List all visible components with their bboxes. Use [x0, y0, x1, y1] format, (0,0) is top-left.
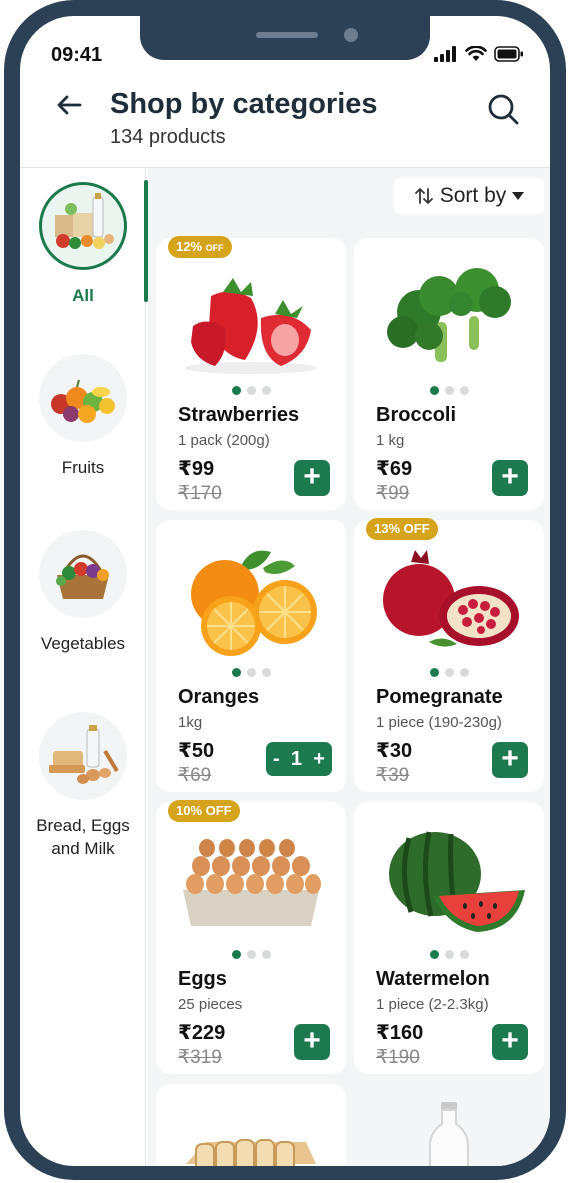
status-icons	[434, 46, 524, 62]
sort-label: Sort by	[439, 184, 507, 207]
product-name: Oranges	[178, 686, 260, 708]
search-icon[interactable]	[486, 92, 520, 126]
product-price: ₹160	[376, 1022, 424, 1044]
sidebar-item-label: Fruits	[61, 458, 105, 477]
header: Shop by categories 134 products	[20, 80, 550, 168]
product-card-strawberries[interactable]: 12% OFF Strawberries 1 pack (200g) ₹99 ₹…	[156, 236, 346, 510]
product-count: 134 products	[110, 126, 226, 148]
product-price: ₹30	[376, 740, 413, 762]
product-price: ₹50	[178, 740, 215, 762]
product-name: Watermelon	[376, 968, 490, 990]
add-to-cart-button[interactable]: +	[294, 1024, 330, 1060]
product-card-broccoli[interactable]: Broccoli 1 kg ₹69 ₹99 +	[354, 238, 544, 510]
milk-bottle-image	[429, 1102, 469, 1166]
product-card-eggs[interactable]: 10% OFF Eggs 25 pieces ₹229 ₹319 +	[156, 800, 346, 1074]
discount-badge: 12% OFF	[168, 236, 232, 258]
product-mrp: ₹69	[178, 765, 212, 786]
discount-value: 12%	[176, 239, 203, 254]
product-mrp: ₹170	[178, 483, 222, 504]
product-mrp: ₹99	[376, 483, 410, 504]
product-mrp: ₹39	[376, 765, 410, 786]
product-grid: Sort by 12% OFF Strawberries 1 pack (200…	[148, 168, 550, 1166]
product-name: Strawberries	[178, 404, 300, 426]
sidebar-item-fruits[interactable]: Fruits	[20, 354, 146, 479]
image-carousel-dots	[354, 950, 544, 959]
bread-eggs-milk-icon	[49, 725, 119, 784]
signal-icon	[434, 46, 456, 62]
strawberries-image	[185, 278, 317, 374]
bread-eggs-milk-category-image	[39, 712, 127, 800]
product-quantity: 1 piece (190-230g)	[376, 714, 502, 731]
product-quantity: 1kg	[178, 714, 203, 731]
oranges-image	[191, 550, 317, 656]
sidebar-item-bread-eggs-milk[interactable]: Bread, Eggs and Milk	[20, 712, 146, 860]
add-to-cart-button[interactable]: +	[492, 1024, 528, 1060]
image-carousel-dots	[156, 950, 346, 959]
fruits-icon	[51, 379, 115, 423]
product-name: Eggs	[178, 968, 227, 990]
image-carousel-dots	[354, 386, 544, 395]
product-name: Broccoli	[376, 404, 457, 426]
sort-button[interactable]: Sort by	[394, 178, 544, 214]
add-to-cart-button[interactable]: +	[492, 742, 528, 778]
product-quantity: 1 piece (2-2.3kg)	[376, 996, 489, 1013]
sidebar-item-all[interactable]: All	[20, 182, 146, 307]
add-to-cart-button[interactable]: +	[294, 460, 330, 496]
back-arrow-icon[interactable]	[54, 90, 84, 120]
discount-badge: 13% OFF	[366, 518, 438, 540]
app-screen: 09:41 Shop by categories 134 products Al…	[20, 16, 550, 1166]
product-card-watermelon[interactable]: Watermelon 1 piece (2-2.3kg) ₹160 ₹190 +	[354, 802, 544, 1074]
product-price: ₹69	[376, 458, 413, 480]
product-card-bread[interactable]	[156, 1084, 346, 1166]
speaker	[256, 32, 318, 38]
cart-quantity: 1	[290, 747, 303, 770]
category-sidebar: All Fruits Vegetables Bread, Eggs and Mi…	[20, 168, 148, 1166]
front-camera	[344, 28, 358, 42]
notch	[140, 16, 430, 60]
broccoli-image	[387, 268, 511, 362]
product-quantity: 1 kg	[376, 432, 405, 449]
product-price: ₹99	[178, 458, 215, 480]
vegetable-basket-icon	[56, 554, 109, 599]
grocery-icon	[55, 193, 114, 249]
chevron-down-icon	[512, 192, 525, 200]
page-title: Shop by categories	[110, 88, 378, 120]
pomegranate-image	[383, 550, 519, 647]
sidebar-item-label: Vegetables	[40, 634, 126, 653]
decrement-button[interactable]: -	[273, 748, 280, 771]
product-card-oranges[interactable]: Oranges 1kg ₹50 ₹69 - 1 +	[156, 520, 346, 792]
product-mrp: ₹190	[376, 1047, 420, 1068]
discount-suffix: OFF	[205, 243, 224, 253]
all-category-image	[39, 182, 127, 270]
image-carousel-dots	[156, 386, 346, 395]
bread-image	[186, 1139, 316, 1166]
product-name: Pomegranate	[376, 686, 503, 708]
sidebar-item-label: All	[72, 286, 94, 305]
increment-button[interactable]: +	[313, 748, 325, 771]
vegetables-category-image	[39, 530, 127, 618]
add-to-cart-button[interactable]: +	[492, 460, 528, 496]
sort-icon	[414, 188, 433, 204]
sidebar-item-label: Bread, Eggs and Milk	[36, 816, 130, 858]
fruits-category-image	[39, 354, 127, 442]
wifi-icon	[465, 46, 487, 61]
sidebar-item-vegetables[interactable]: Vegetables	[20, 530, 146, 655]
image-carousel-dots	[354, 668, 544, 677]
eggs-image	[183, 839, 321, 926]
product-card-milk[interactable]	[354, 1084, 544, 1166]
product-quantity: 1 pack (200g)	[178, 432, 270, 449]
image-carousel-dots	[156, 668, 346, 677]
battery-icon	[494, 46, 523, 62]
product-price: ₹229	[178, 1022, 226, 1044]
phone-frame: 09:41 Shop by categories 134 products Al…	[4, 0, 566, 1180]
product-quantity: 25 pieces	[178, 996, 243, 1013]
product-card-pomegranate[interactable]: 13% OFF Pomegranate 1 piece (190-230g) ₹…	[354, 518, 544, 792]
quantity-stepper[interactable]: - 1 +	[266, 742, 332, 776]
watermelon-image	[389, 831, 525, 932]
discount-badge: 10% OFF	[168, 800, 240, 822]
product-mrp: ₹319	[178, 1047, 222, 1068]
status-time: 09:41	[51, 44, 103, 66]
